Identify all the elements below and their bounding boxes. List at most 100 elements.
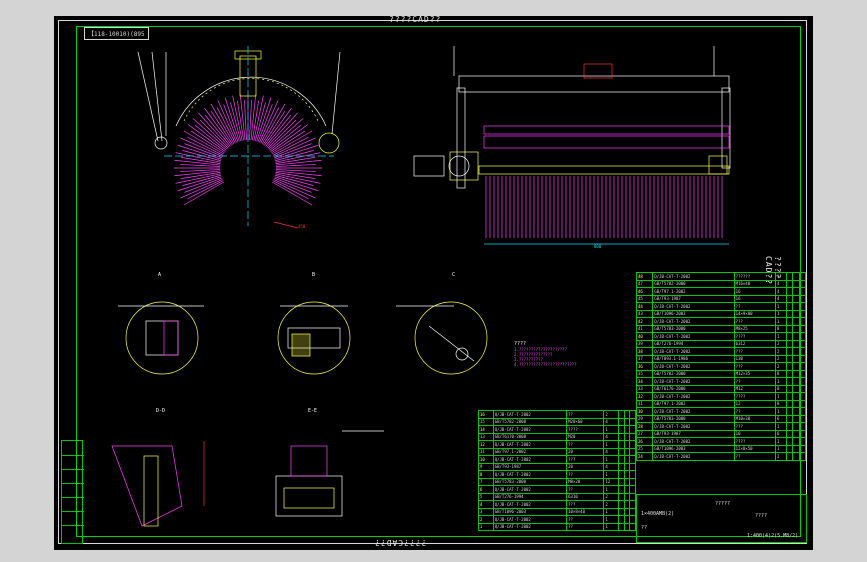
parts-cell: ??? bbox=[733, 317, 776, 326]
parts-row: 2 Q/JB-CAT-T-2002?? 1 bbox=[478, 515, 636, 524]
parts-cell: 8 bbox=[774, 324, 788, 333]
parts-cell bbox=[798, 392, 807, 401]
parts-row: 39 GB/T276-1994 6312 2 bbox=[635, 339, 807, 348]
revision-block bbox=[61, 440, 84, 544]
parts-cell: 1 bbox=[774, 437, 788, 446]
parts-row: 46 GB/T97.1-2002 16 4 bbox=[635, 287, 807, 296]
parts-cell: 1 bbox=[774, 422, 788, 431]
parts-row: 1 Q/JB-CAT-T-2002?? 1 bbox=[478, 522, 636, 531]
title-sheet: 1:400(4)2(5.M8/2) bbox=[747, 533, 799, 539]
section-c-pin bbox=[455, 347, 469, 361]
parts-cell: Q/JB-CAT-T-2002 bbox=[652, 407, 735, 416]
parts-cell: GB/T6170-2000 bbox=[492, 432, 568, 441]
parts-cell bbox=[798, 287, 807, 296]
parts-cell: 1 bbox=[774, 392, 788, 401]
parts-cell: 43 bbox=[635, 309, 654, 318]
parts-cell: 2 bbox=[478, 515, 494, 524]
parts-cell: Q/JB-CAT-T-2002 bbox=[492, 425, 568, 434]
bristle-line bbox=[177, 144, 222, 160]
parts-row: 14 Q/JB-CAT-T-2002???? 1 bbox=[478, 425, 636, 434]
parts-cell: 1 bbox=[603, 507, 620, 516]
drawing-sheet: ????CAD?? ????CAD?? ????CAD?? 【118-10010… bbox=[54, 15, 813, 550]
parts-row: 48 Q/JB-CAT-T-2002?????? 1 bbox=[635, 272, 807, 281]
parts-cell: 1 bbox=[603, 522, 620, 531]
parts-row: 34 Q/JB-CAT-T-2002?? 1 bbox=[635, 377, 807, 386]
parts-row: 12 Q/JB-CAT-T-2002?? 1 bbox=[478, 440, 636, 449]
parts-cell: 14 bbox=[478, 425, 494, 434]
parts-cell: 1 bbox=[603, 440, 620, 449]
parts-cell: ?? bbox=[566, 515, 605, 524]
parts-cell: 8 bbox=[774, 384, 788, 393]
view-label-e: E-E bbox=[308, 408, 318, 414]
parts-cell: GB/T1096-2003 bbox=[492, 507, 568, 516]
parts-cell: 10×8×40 bbox=[566, 507, 605, 516]
parts-cell: 7 bbox=[478, 477, 494, 486]
parts-cell: 9 bbox=[478, 462, 494, 471]
parts-cell: Q/JB-CAT-T-2002 bbox=[652, 392, 735, 401]
parts-cell bbox=[798, 399, 807, 408]
parts-cell: GB/T93-1987 bbox=[652, 429, 735, 438]
parts-cell bbox=[629, 462, 636, 471]
parts-cell: 2 bbox=[774, 354, 788, 363]
parts-row: 33 GB/T6170-2000 M12 8 bbox=[635, 384, 807, 393]
parts-cell: 16 bbox=[478, 410, 494, 419]
parts-cell: 12 bbox=[478, 440, 494, 449]
bristle-line bbox=[274, 176, 319, 192]
parts-cell: ?? bbox=[733, 377, 776, 386]
parts-row: 28 Q/JB-CAT-T-2002??? 1 bbox=[635, 422, 807, 431]
parts-cell: GB/T893.1-1986 bbox=[652, 354, 735, 363]
parts-cell bbox=[798, 407, 807, 416]
section-views bbox=[111, 301, 488, 527]
parts-cell: ?? bbox=[733, 302, 776, 311]
detail-e-top bbox=[290, 445, 328, 477]
parts-cell: GB/T97.1-2002 bbox=[652, 287, 735, 296]
parts-cell: M20 bbox=[566, 432, 605, 441]
note-line: 4.???????????????????????? bbox=[514, 362, 577, 367]
dimension-value: 800 bbox=[594, 244, 602, 249]
parts-cell: ?????? bbox=[733, 272, 776, 281]
leader-1 bbox=[137, 51, 159, 142]
detail-e-frame bbox=[275, 475, 343, 517]
parts-cell: 8 bbox=[774, 399, 788, 408]
parts-cell: 35 bbox=[635, 369, 654, 378]
parts-row: 36 Q/JB-CAT-T-2002??? 2 bbox=[635, 362, 807, 371]
parts-cell: 11 bbox=[478, 447, 494, 456]
parts-cell: ?? bbox=[566, 410, 605, 419]
bristle-line bbox=[272, 180, 309, 200]
parts-cell: M12×35 bbox=[733, 369, 776, 378]
detail-e-bolt bbox=[283, 487, 335, 509]
detail-d-shaft bbox=[143, 455, 159, 527]
parts-cell: Q/JB-CAT-T-2002 bbox=[652, 302, 735, 311]
parts-cell: 25 bbox=[635, 444, 654, 453]
parts-row: 37 GB/T893.1-1986 130 2 bbox=[635, 354, 807, 363]
parts-cell: Q/JB-CAT-T-2002 bbox=[652, 317, 735, 326]
parts-cell: 6312 bbox=[733, 339, 776, 348]
parts-cell: Q/JB-CAT-T-2002 bbox=[492, 515, 568, 524]
parts-cell: ?? bbox=[733, 407, 776, 416]
bristle-line bbox=[274, 144, 319, 160]
parts-cell: 16 bbox=[733, 287, 776, 296]
parts-cell: Q/JB-CAT-T-2002 bbox=[652, 437, 735, 446]
view-label-c: C bbox=[452, 272, 456, 278]
parts-cell bbox=[629, 425, 636, 434]
parts-cell bbox=[798, 444, 807, 453]
parts-cell: M20×60 bbox=[566, 417, 605, 426]
parts-list-left: 16 Q/JB-CAT-T-2002?? 2 15 GB/T5782-2000 M20×6… bbox=[478, 410, 636, 531]
roller-bristles bbox=[485, 176, 723, 238]
parts-cell: 2 bbox=[774, 452, 788, 461]
parts-row: 5 GB/T276-1994 6310 2 bbox=[478, 492, 636, 501]
parts-cell: 2 bbox=[774, 362, 788, 371]
parts-cell: ?? bbox=[566, 470, 605, 479]
parts-cell bbox=[629, 515, 636, 524]
bristle-line bbox=[187, 180, 224, 200]
section-c-circle bbox=[414, 301, 488, 375]
parts-cell: 20 bbox=[566, 462, 605, 471]
parts-cell: 6 bbox=[478, 485, 494, 494]
parts-cell: GB/T276-1994 bbox=[652, 339, 735, 348]
parts-cell: GB/T5782-2000 bbox=[652, 369, 735, 378]
parts-cell bbox=[629, 500, 636, 509]
title-company: ???? bbox=[755, 513, 768, 519]
parts-cell: GB/T5783-2000 bbox=[492, 477, 568, 486]
parts-cell: 1 bbox=[603, 515, 620, 524]
parts-cell: 15 bbox=[478, 417, 494, 426]
